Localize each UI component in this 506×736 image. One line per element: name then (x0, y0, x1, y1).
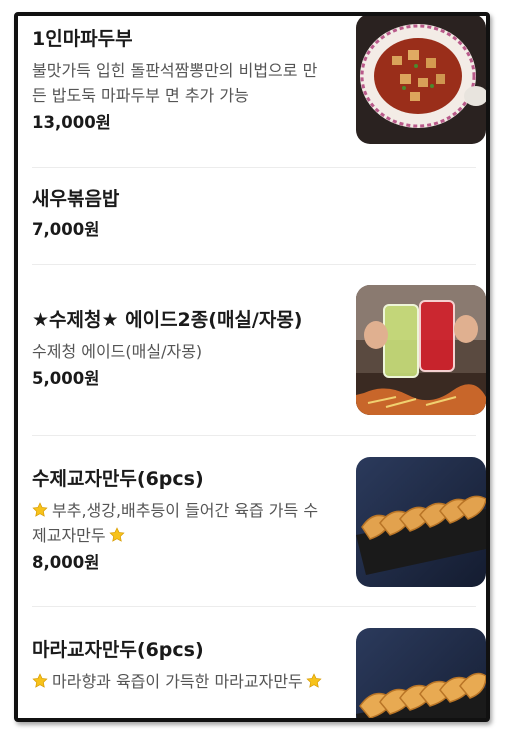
menu-item-price: 8,000원 (32, 553, 100, 572)
star-emoji-icon (306, 673, 322, 689)
menu-item-description: 부추,생강,배추등이 들어간 육즙 가득 수제교자만두 (32, 498, 322, 548)
star-emoji-icon (32, 673, 48, 689)
menu-item-description: 수제청 에이드(매실/자몽) (32, 342, 203, 361)
mapo-tofu-image (356, 16, 486, 144)
menu-item-name: 마라교자만두(6pcs) (32, 639, 204, 661)
menu-item-price: 7,000원 (32, 220, 100, 239)
menu-item-mapo-tofu[interactable]: 1인마파두부 불맛가득 입힌 돌판석짬뽕만의 비법으로 만든 밥도둑 마파두부 … (32, 16, 486, 168)
menu-item-shrimp-fried-rice[interactable]: 새우볶음밥 7,000원 (32, 168, 476, 265)
ade-drinks-image (356, 285, 486, 415)
menu-item-name: ★수제청★ 에이드2종(매실/자몽) (32, 309, 303, 331)
menu-item-gyoza[interactable]: 수제교자만두(6pcs) 부추,생강,배추등이 들어간 육즙 가득 수제교자만두… (32, 436, 486, 607)
star-emoji-icon (32, 502, 48, 518)
menu-item-ade[interactable]: ★수제청★ 에이드2종(매실/자몽) 수제청 에이드(매실/자몽) 5,000원 (32, 265, 486, 436)
menu-item-name: 새우볶음밥 (32, 188, 120, 210)
menu-list: 1인마파두부 불맛가득 입힌 돌판석짬뽕만의 비법으로 만든 밥도둑 마파두부 … (32, 16, 486, 718)
menu-item-name: 1인마파두부 (32, 28, 133, 50)
description-text: 마라향과 육즙이 가득한 마라교자만두 (52, 672, 303, 691)
menu-item-description: 불맛가득 입힌 돌판석짬뽕만의 비법으로 만든 밥도둑 마파두부 면 추가 가능 (32, 61, 318, 105)
menu-item-price: 13,000원 (32, 113, 111, 132)
menu-item-price: 5,000원 (32, 369, 100, 388)
menu-item-description: 마라향과 육즙이 가득한 마라교자만두 (32, 669, 322, 694)
star-emoji-icon (109, 527, 125, 543)
mala-gyoza-image (356, 628, 486, 718)
gyoza-image (356, 457, 486, 587)
menu-frame: 1인마파두부 불맛가득 입힌 돌판석짬뽕만의 비법으로 만든 밥도둑 마파두부 … (14, 12, 490, 722)
description-text: 부추,생강,배추등이 들어간 육즙 가득 수제교자만두 (32, 501, 319, 545)
menu-item-mala-gyoza[interactable]: 마라교자만두(6pcs) 마라향과 육즙이 가득한 마라교자만두 (32, 607, 486, 718)
menu-item-name: 수제교자만두(6pcs) (32, 468, 204, 490)
